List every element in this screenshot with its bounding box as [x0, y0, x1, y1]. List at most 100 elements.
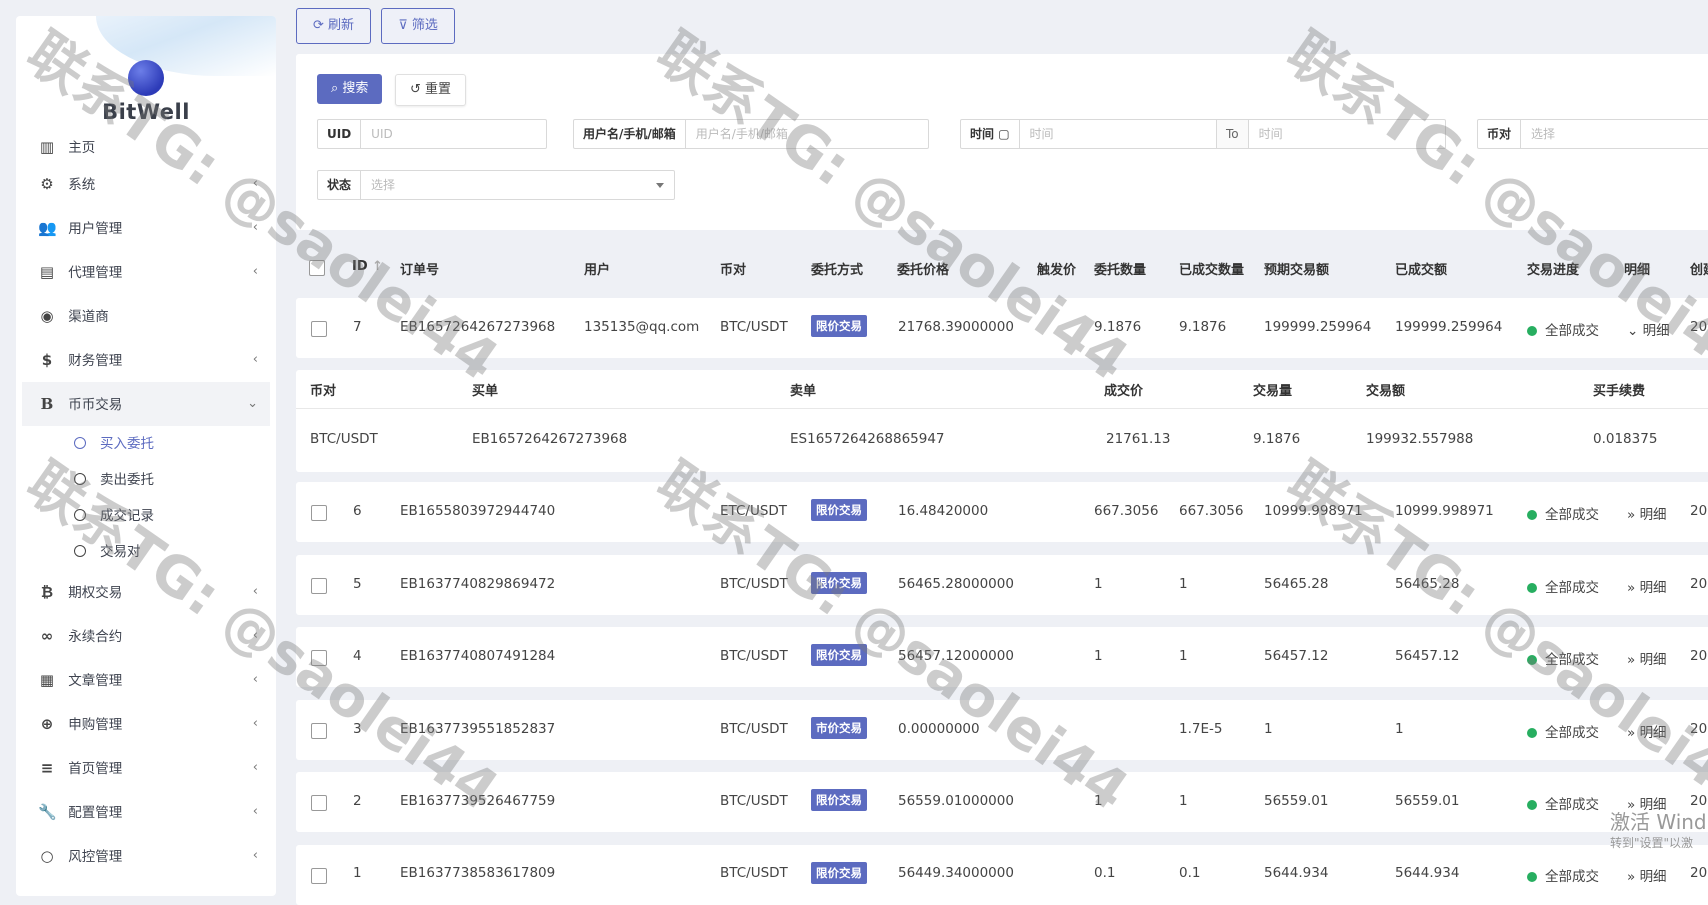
method-badge: 市价交易: [811, 717, 867, 739]
sidebar-item-users[interactable]: 👥 用户管理 ‹: [22, 206, 270, 250]
table-row[interactable]: 1 EB1637738583617809 BTC/USDT 限价交易 56449…: [296, 845, 1708, 905]
submenu-item-trade-records[interactable]: 成交记录: [22, 498, 270, 534]
sidebar-item-subscription[interactable]: ⊕ 申购管理 ‹: [22, 702, 270, 746]
detail-link[interactable]: » 明细: [1627, 648, 1667, 668]
pair-select[interactable]: 选择: [1521, 120, 1708, 148]
row-created: 20: [1690, 576, 1708, 592]
row-progress: 全部成交: [1545, 652, 1599, 668]
user-field[interactable]: 用户名/手机/邮箱 用户名/手机/邮箱: [573, 119, 929, 149]
col-price: 委托价格: [897, 263, 950, 278]
detail-link[interactable]: » 明细: [1627, 503, 1667, 523]
method-badge: 限价交易: [811, 862, 867, 884]
row-checkbox[interactable]: [311, 505, 327, 521]
user-input[interactable]: 用户名/手机/邮箱: [686, 120, 928, 148]
sidebar-item-config[interactable]: 🔧 配置管理 ‹: [22, 790, 270, 834]
row-order-no: EB1637740807491284: [400, 648, 556, 664]
sidebar-item-finance[interactable]: $ 财务管理 ‹: [22, 338, 270, 382]
table-row[interactable]: 2 EB1637739526467759 BTC/USDT 限价交易 56559…: [296, 772, 1708, 832]
submenu-item-label: 买入委托: [100, 436, 154, 452]
submenu-item-label: 卖出委托: [100, 472, 154, 488]
detail-label: 明细: [1639, 725, 1667, 741]
table-header: ID ↑ 订单号 用户 币对 委托方式 委托价格 触发价 委托数量 已成交数量 …: [296, 244, 1708, 290]
windows-activation-title: 激活 Wind: [1610, 810, 1707, 834]
sidebar-item-perpetual[interactable]: ∞ 永续合约 ‹: [22, 614, 270, 658]
refresh-label: 刷新: [328, 18, 355, 33]
uid-input[interactable]: UID: [361, 120, 546, 148]
table-row[interactable]: 6 EB1655803972944740 ETC/USDT 限价交易 16.48…: [296, 482, 1708, 542]
detail-price: 21761.13: [1106, 431, 1171, 447]
col-id-label: ID: [352, 259, 368, 274]
row-filled-qty: 667.3056: [1179, 503, 1244, 519]
row-checkbox[interactable]: [311, 578, 327, 594]
chevron-left-icon: ‹: [252, 804, 258, 819]
table-row[interactable]: 4 EB1637740807491284 BTC/USDT 限价交易 56457…: [296, 627, 1708, 687]
time-range-field[interactable]: 时间 ▢ 时间 To 时间: [960, 119, 1446, 149]
row-price: 56465.28000000: [898, 576, 1014, 592]
row-progress: 全部成交: [1545, 725, 1599, 741]
submenu-item-trading-pairs[interactable]: 交易对: [22, 534, 270, 570]
sidebar-item-options[interactable]: ₿ 期权交易 ‹: [22, 570, 270, 614]
detail-link[interactable]: » 明细: [1627, 721, 1667, 741]
col-user: 用户: [584, 263, 611, 278]
reset-button[interactable]: ↺ 重置: [395, 74, 467, 106]
submenu-item-buy-orders[interactable]: 买入委托: [22, 426, 270, 462]
sidebar-item-homepage[interactable]: ≡ 首页管理 ‹: [22, 746, 270, 790]
sidebar-item-home[interactable]: ▥ 主页: [22, 136, 270, 162]
wrench-icon: 🔧: [38, 803, 57, 821]
sidebar-item-spot-trading[interactable]: B 币币交易 ⌄: [22, 382, 270, 426]
logo[interactable]: BitWell: [16, 60, 276, 124]
logo-mark-icon: [128, 60, 164, 96]
row-order-no: EB1637739551852837: [400, 721, 556, 737]
time-start-input[interactable]: 时间: [1020, 120, 1216, 148]
detail-link[interactable]: » 明细: [1627, 865, 1667, 885]
submenu-item-sell-orders[interactable]: 卖出委托: [22, 462, 270, 498]
row-created: 20: [1690, 865, 1708, 881]
row-qty: 1: [1094, 648, 1103, 664]
row-order-no: EB1637738583617809: [400, 865, 556, 881]
sidebar-item-articles[interactable]: ▦ 文章管理 ‹: [22, 658, 270, 702]
refresh-button[interactable]: ⟳ 刷新: [296, 8, 372, 44]
sidebar-item-system[interactable]: ⚙ 系统 ‹: [22, 162, 270, 206]
detail-link[interactable]: ⌄ 明细: [1627, 319, 1670, 339]
submenu-item-label: 成交记录: [100, 508, 154, 524]
detail-col-sell: 卖单: [790, 384, 817, 399]
row-qty: 1: [1094, 576, 1103, 592]
col-id[interactable]: ID ↑: [352, 259, 383, 274]
select-all-checkbox[interactable]: [309, 260, 325, 276]
row-created: 20: [1690, 503, 1708, 519]
row-filled-qty: 1: [1179, 793, 1188, 809]
table-row[interactable]: 5 EB1637740829869472 BTC/USDT 限价交易 56465…: [296, 555, 1708, 615]
row-checkbox[interactable]: [311, 868, 327, 884]
row-checkbox[interactable]: [311, 321, 327, 337]
table-row[interactable]: 3 EB1637739551852837 BTC/USDT 市价交易 0.000…: [296, 700, 1708, 760]
row-checkbox[interactable]: [311, 723, 327, 739]
gear-icon: ⚙: [40, 175, 54, 193]
method-badge: 限价交易: [811, 499, 867, 521]
sidebar-item-agents[interactable]: ▤ 代理管理 ‹: [22, 250, 270, 294]
caret-down-icon: [656, 183, 664, 188]
status-select[interactable]: 选择: [361, 171, 656, 199]
time-end-input[interactable]: 时间: [1249, 120, 1445, 148]
time-label: 时间 ▢: [961, 120, 1020, 148]
status-dot-icon: [1527, 728, 1537, 738]
uid-field[interactable]: UID UID: [317, 119, 547, 149]
row-expected: 56457.12: [1264, 648, 1329, 664]
sidebar-item-channels[interactable]: ◉ 渠道商: [22, 294, 270, 338]
table-row[interactable]: 7 EB1657264267273968 135135@qq.com BTC/U…: [296, 298, 1708, 358]
detail-link[interactable]: » 明细: [1627, 576, 1667, 596]
row-checkbox[interactable]: [311, 650, 327, 666]
row-filled-amount: 5644.934: [1395, 865, 1460, 881]
search-button[interactable]: ⌕ 搜索: [317, 74, 383, 104]
filter-button[interactable]: ⊽ 筛选: [381, 8, 455, 44]
chevron-left-icon: ‹: [252, 760, 258, 775]
chevron-left-icon: ‹: [252, 716, 258, 731]
row-pair: BTC/USDT: [720, 648, 788, 664]
row-progress: 全部成交: [1545, 869, 1599, 885]
row-order-no: EB1655803972944740: [400, 503, 556, 519]
sidebar-item-risk[interactable]: ○ 风控管理 ‹: [22, 834, 270, 878]
pair-field[interactable]: 币对 选择: [1477, 119, 1708, 149]
status-field[interactable]: 状态 选择: [317, 170, 675, 200]
sidebar-item-label: 配置管理: [68, 805, 123, 821]
row-filled-qty: 1: [1179, 648, 1188, 664]
row-checkbox[interactable]: [311, 795, 327, 811]
